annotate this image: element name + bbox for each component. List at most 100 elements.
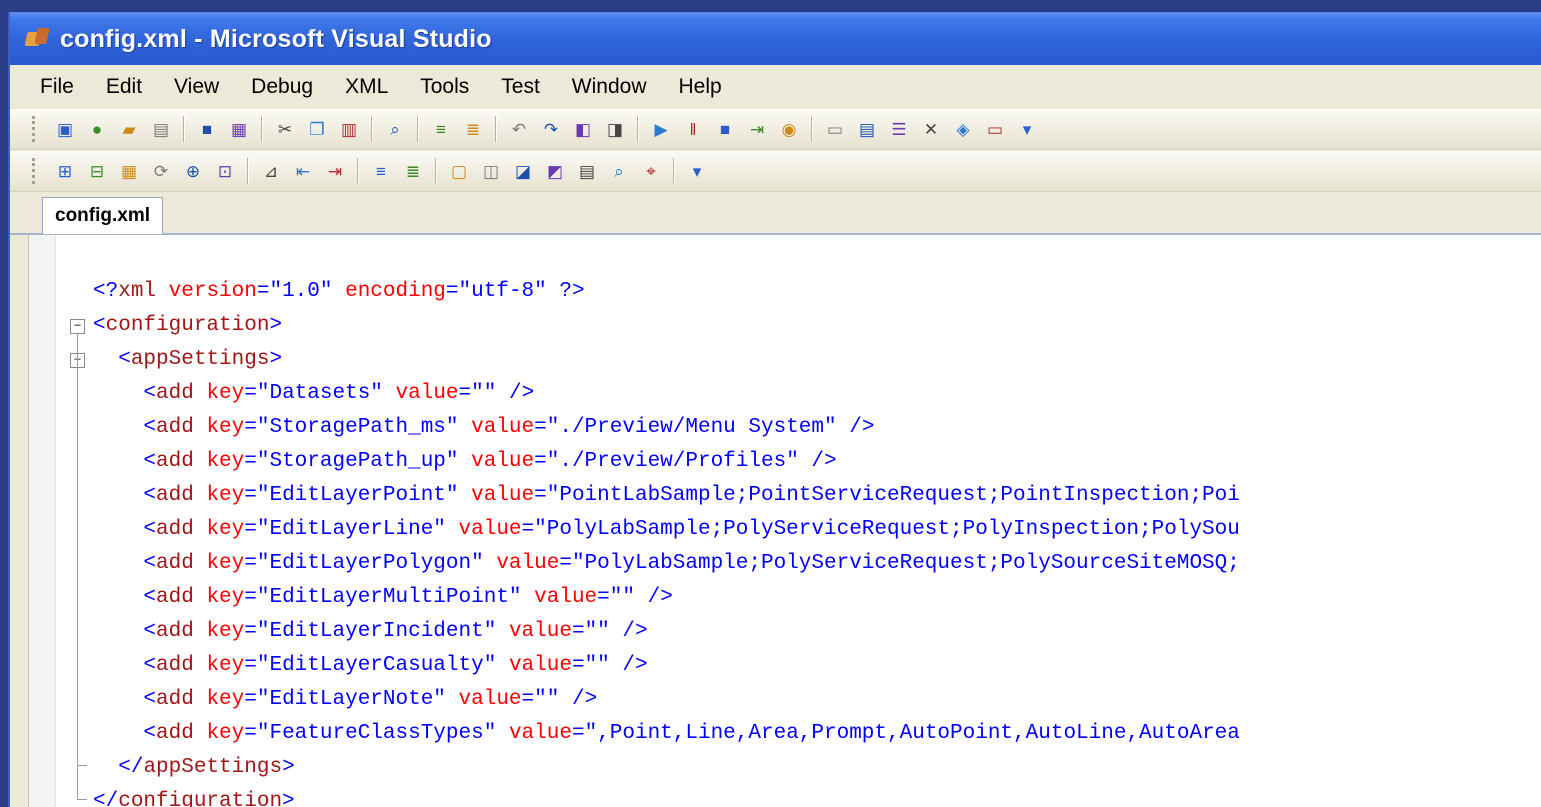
dataset-icon[interactable]: ⊡ xyxy=(213,159,237,183)
grid-icon[interactable]: ▦ xyxy=(117,159,141,183)
error-list-icon[interactable]: ▭ xyxy=(983,117,1007,141)
xml-attribute-value: "" xyxy=(584,654,610,677)
xml-attribute-name: key xyxy=(206,484,245,507)
menu-xml[interactable]: XML xyxy=(329,75,404,99)
breakpoint-icon[interactable]: ◉ xyxy=(777,117,801,141)
add-item-icon[interactable]: ▤ xyxy=(149,117,173,141)
xml-attribute-name: value xyxy=(534,586,598,609)
outdent-icon[interactable]: ⇥ xyxy=(323,159,347,183)
outline-icon[interactable]: ▤ xyxy=(575,159,599,183)
xml-attribute-name: encoding xyxy=(345,280,446,303)
xml-equals: = xyxy=(244,722,257,745)
xml-equals: = xyxy=(244,688,257,711)
format-icon[interactable]: ⊿ xyxy=(259,159,283,183)
redo-icon[interactable]: ↷ xyxy=(539,117,563,141)
menu-help[interactable]: Help xyxy=(663,75,738,99)
navigate-back-icon[interactable]: ◧ xyxy=(571,117,595,141)
xml-attribute-name: value xyxy=(458,518,522,541)
xml-bracket: < xyxy=(143,688,157,711)
xml-attribute-value: "EditLayerLine" xyxy=(256,518,446,541)
xml-attribute-name: value xyxy=(471,484,535,507)
code-line: <configuration> xyxy=(93,309,1240,343)
xml-attribute-value: "1.0" xyxy=(269,280,333,303)
toolbar-grip[interactable] xyxy=(32,116,41,142)
xml-bracket: <? xyxy=(93,280,119,303)
toolbar-separator xyxy=(637,116,639,142)
toolbar-separator xyxy=(357,158,359,184)
xsl-icon[interactable]: ⊟ xyxy=(85,159,109,183)
xpath-icon[interactable]: ⌖ xyxy=(639,159,663,183)
copy-icon[interactable]: ❐ xyxy=(305,117,329,141)
xml-bracket: < xyxy=(143,552,157,575)
xml-attribute-value: "EditLayerIncident" xyxy=(256,620,497,643)
more-icon[interactable]: ▾ xyxy=(685,159,709,183)
window-icon[interactable]: ▭ xyxy=(823,117,847,141)
globe-icon[interactable]: ● xyxy=(85,117,109,141)
attach-icon[interactable]: ⊕ xyxy=(181,159,205,183)
xml-tag-name: add xyxy=(156,382,194,405)
bookmark-icon[interactable]: ▢ xyxy=(447,159,471,183)
xml-bracket: > xyxy=(282,756,295,779)
align-center-icon[interactable]: ≡ xyxy=(369,159,393,183)
menu-edit[interactable]: Edit xyxy=(90,75,158,99)
navigate-forward-icon[interactable]: ◨ xyxy=(603,117,627,141)
xml-bracket: < xyxy=(143,484,157,507)
xml-attribute-value: "EditLayerPolygon" xyxy=(256,552,484,575)
toolbox-icon[interactable]: ✕ xyxy=(919,117,943,141)
xml-equals: = xyxy=(458,382,472,405)
menu-debug[interactable]: Debug xyxy=(235,75,329,99)
clear-bookmark-icon[interactable]: ◩ xyxy=(543,159,567,183)
xml-attribute-value: "utf-8" xyxy=(458,280,547,303)
open-folder-icon[interactable]: ▰ xyxy=(117,117,141,141)
comment-icon[interactable]: ≡ xyxy=(429,117,453,141)
xml-bracket: < xyxy=(143,518,157,541)
start-icon[interactable]: ▶ xyxy=(649,117,673,141)
cut-icon[interactable]: ✂ xyxy=(273,117,297,141)
xml-attribute-name: value xyxy=(508,654,572,677)
refresh-icon[interactable]: ⟳ xyxy=(149,159,173,183)
pause-icon[interactable]: ‖ xyxy=(681,117,705,141)
step-icon[interactable]: ⇥ xyxy=(745,117,769,141)
schema-icon[interactable]: ⊞ xyxy=(53,159,77,183)
code-editor[interactable]: − − <?xml version="1.0" encoding="utf-8"… xyxy=(28,235,1541,807)
uncomment-icon[interactable]: ≣ xyxy=(461,117,485,141)
menu-test[interactable]: Test xyxy=(485,75,556,99)
xml-equals: = xyxy=(534,416,547,439)
find-icon[interactable]: ⌕ xyxy=(383,117,407,141)
new-project-icon[interactable]: ▣ xyxy=(53,117,77,141)
xml-attribute-name: value xyxy=(471,450,535,473)
prev-bookmark-icon[interactable]: ◫ xyxy=(479,159,503,183)
toolbar-separator xyxy=(811,116,813,142)
xml-bracket: /> xyxy=(496,382,535,405)
xml-equals: = xyxy=(571,722,585,745)
solution-explorer-icon[interactable]: ▤ xyxy=(855,117,879,141)
more-icon[interactable]: ▾ xyxy=(1015,117,1039,141)
undo-icon[interactable]: ↶ xyxy=(507,117,531,141)
object-browser-icon[interactable]: ◈ xyxy=(951,117,975,141)
code-line: <add key="EditLayerMultiPoint" value="" … xyxy=(93,581,1240,615)
indent-icon[interactable]: ⇤ xyxy=(291,159,315,183)
next-bookmark-icon[interactable]: ◪ xyxy=(511,159,535,183)
find-icon[interactable]: ⌕ xyxy=(607,159,631,183)
code-line: </appSettings> xyxy=(93,751,1240,785)
xml-editor-toolbar: ⊞ ⊟ ▦ ⟳ ⊕ ⊡ ⊿ ⇤ ⇥ ≡ ≣ ▢ ◫ ◪ ◩ ▤ ⌕ ⌖ ▾ xyxy=(10,151,1541,192)
toolbar-separator xyxy=(183,116,185,142)
toolbar-separator xyxy=(247,158,249,184)
menu-file[interactable]: File xyxy=(10,75,90,99)
xml-equals: = xyxy=(534,450,547,473)
properties-icon[interactable]: ☰ xyxy=(887,117,911,141)
title-bar[interactable]: config.xml - Microsoft Visual Studio xyxy=(10,13,1541,65)
menu-view[interactable]: View xyxy=(158,75,235,99)
align-justify-icon[interactable]: ≣ xyxy=(401,159,425,183)
save-icon[interactable]: ■ xyxy=(195,117,219,141)
stop-icon[interactable]: ■ xyxy=(713,117,737,141)
toolbar-grip[interactable] xyxy=(32,158,41,184)
menu-tools[interactable]: Tools xyxy=(404,75,485,99)
code-line: <add key="EditLayerCasualty" value="" /> xyxy=(93,649,1240,683)
save-all-icon[interactable]: ▦ xyxy=(227,117,251,141)
xml-equals: = xyxy=(521,688,535,711)
paste-icon[interactable]: ▥ xyxy=(337,117,361,141)
collapse-configuration-icon[interactable]: − xyxy=(70,319,85,334)
menu-window[interactable]: Window xyxy=(556,75,663,99)
tab-config-xml[interactable]: config.xml xyxy=(42,197,164,234)
